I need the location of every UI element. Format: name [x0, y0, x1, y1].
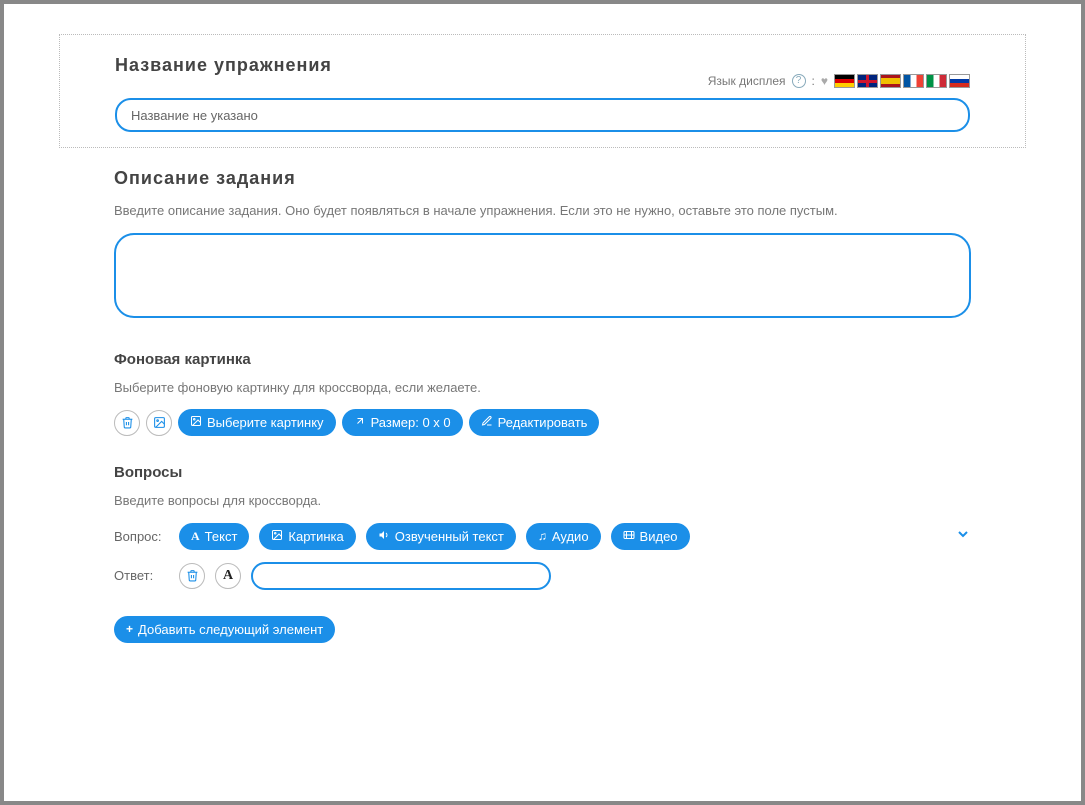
video-icon	[623, 529, 635, 544]
question-tts-button[interactable]: Озвученный текст	[366, 523, 516, 550]
answer-input[interactable]	[251, 562, 551, 590]
flag-fr[interactable]	[903, 74, 924, 88]
background-heading: Фоновая картинка	[114, 351, 971, 368]
select-image-label: Выберите картинку	[207, 415, 324, 430]
background-hint: Выберите фоновую картинку для кроссворда…	[114, 378, 971, 398]
questions-section: Вопросы Введите вопросы для кроссворда. …	[114, 464, 971, 643]
flag-es[interactable]	[880, 74, 901, 88]
plus-icon: +	[126, 622, 133, 636]
btn-label: Озвученный текст	[395, 529, 504, 544]
flag-it[interactable]	[926, 74, 947, 88]
size-label: Размер: 0 x 0	[371, 415, 451, 430]
title-row: Название упражнения Язык дисплея ? : ♥	[115, 55, 970, 88]
speaker-icon	[378, 529, 390, 544]
questions-heading: Вопросы	[114, 464, 971, 481]
display-language-area: Язык дисплея ? : ♥	[708, 74, 970, 88]
background-section: Фоновая картинка Выберите фоновую картин…	[114, 351, 971, 437]
editor-window: Название упражнения Язык дисплея ? : ♥ О…	[4, 4, 1081, 801]
edit-icon	[481, 415, 493, 430]
question-text-button[interactable]: A Текст	[179, 523, 249, 550]
exercise-title-heading: Название упражнения	[115, 55, 332, 76]
answer-label: Ответ:	[114, 568, 169, 583]
flag-en[interactable]	[857, 74, 878, 88]
btn-label: Текст	[205, 529, 238, 544]
flag-ru[interactable]	[949, 74, 970, 88]
questions-hint: Введите вопросы для кроссворда.	[114, 491, 971, 511]
display-language-label: Язык дисплея	[708, 74, 786, 88]
form-body: Описание задания Введите описание задани…	[59, 168, 1026, 643]
btn-label: Аудио	[552, 529, 589, 544]
image-icon	[190, 415, 202, 430]
edit-image-button[interactable]: Редактировать	[469, 409, 600, 436]
resize-button[interactable]: Размер: 0 x 0	[342, 409, 463, 436]
image-icon	[153, 416, 166, 429]
delete-image-button[interactable]	[114, 410, 140, 436]
title-section-selected: Название упражнения Язык дисплея ? : ♥	[59, 34, 1026, 148]
trash-icon	[121, 416, 134, 429]
chevron-down-icon[interactable]	[955, 526, 971, 547]
question-video-button[interactable]: Видео	[611, 523, 690, 550]
help-icon[interactable]: ?	[792, 74, 806, 88]
add-label: Добавить следующий элемент	[138, 622, 323, 637]
question-row: Вопрос: A Текст Картинка Озвученный текс…	[114, 523, 971, 550]
select-image-button[interactable]: Выберите картинку	[178, 409, 336, 436]
btn-label: Видео	[640, 529, 678, 544]
question-label: Вопрос:	[114, 529, 169, 544]
add-element-button[interactable]: + Добавить следующий элемент	[114, 616, 335, 643]
separator-colon: :	[812, 74, 815, 88]
trash-icon	[186, 569, 199, 582]
music-icon: ♫	[538, 529, 547, 543]
resize-icon	[354, 415, 366, 430]
description-heading: Описание задания	[114, 168, 971, 189]
description-input[interactable]	[114, 233, 971, 318]
question-audio-button[interactable]: ♫ Аудио	[526, 523, 601, 550]
exercise-title-input[interactable]	[115, 98, 970, 132]
answer-row: Ответ: A	[114, 562, 971, 590]
background-controls: Выберите картинку Размер: 0 x 0 Редактир…	[114, 409, 971, 436]
flag-de[interactable]	[834, 74, 855, 88]
image-thumbnail-button[interactable]	[146, 410, 172, 436]
image-icon	[271, 529, 283, 544]
question-image-button[interactable]: Картинка	[259, 523, 355, 550]
delete-answer-button[interactable]	[179, 563, 205, 589]
edit-label: Редактировать	[498, 415, 588, 430]
language-flags	[834, 74, 970, 88]
font-icon: A	[191, 529, 200, 544]
heart-icon[interactable]: ♥	[821, 74, 828, 88]
btn-label: Картинка	[288, 529, 343, 544]
answer-type-text-indicator[interactable]: A	[215, 563, 241, 589]
description-hint: Введите описание задания. Оно будет появ…	[114, 201, 971, 221]
